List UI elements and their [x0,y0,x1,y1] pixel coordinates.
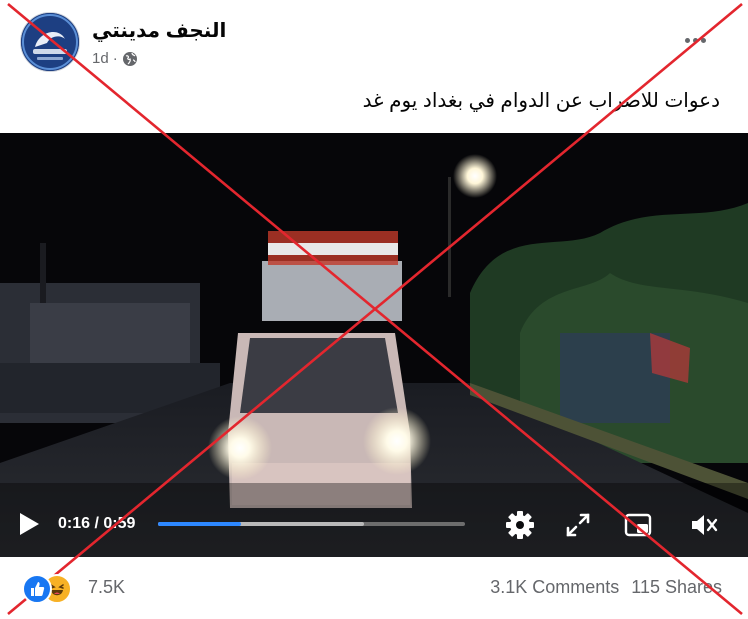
post-text: دعوات للاضراب عن الدوام في بغداد يوم غد [362,90,720,112]
reaction-count[interactable]: 7.5K [88,577,125,598]
globe-icon[interactable] [122,51,138,67]
post-meta: 1d · [92,50,138,67]
mute-icon[interactable] [688,509,720,541]
settings-icon[interactable] [504,509,536,541]
video-progress-bar[interactable] [158,522,465,526]
played-bar [158,522,241,526]
like-icon [22,574,52,604]
post-footer: 7.5K 3.1K Comments 115 Shares [0,557,748,619]
post-timestamp[interactable]: 1d [92,50,109,67]
more-options-icon[interactable] [680,30,710,50]
comments-count[interactable]: 3.1K Comments [490,577,619,598]
page-name[interactable]: النجف مدينتي [92,18,226,43]
page-avatar[interactable] [20,12,80,72]
time-separator: / [94,515,99,532]
meta-separator: · [112,50,118,67]
post-stats: 3.1K Comments 115 Shares [490,577,722,598]
video-frame [0,133,748,557]
fullscreen-icon[interactable] [562,509,594,541]
play-icon[interactable] [17,511,41,537]
video-player[interactable]: 0:16 / 0:59 [0,133,748,557]
current-time: 0:16 [58,515,91,532]
post-header: النجف مدينتي 1d · [0,0,748,80]
facebook-post: النجف مدينتي 1d · دعوات للاضراب عن الدوا… [0,0,748,619]
picture-in-picture-icon[interactable] [622,509,654,541]
video-time: 0:16 / 0:59 [58,515,135,533]
reaction-icons[interactable] [22,574,82,604]
video-controls: 0:16 / 0:59 [0,501,748,549]
shares-count[interactable]: 115 Shares [631,577,722,598]
duration: 0:59 [103,515,136,532]
